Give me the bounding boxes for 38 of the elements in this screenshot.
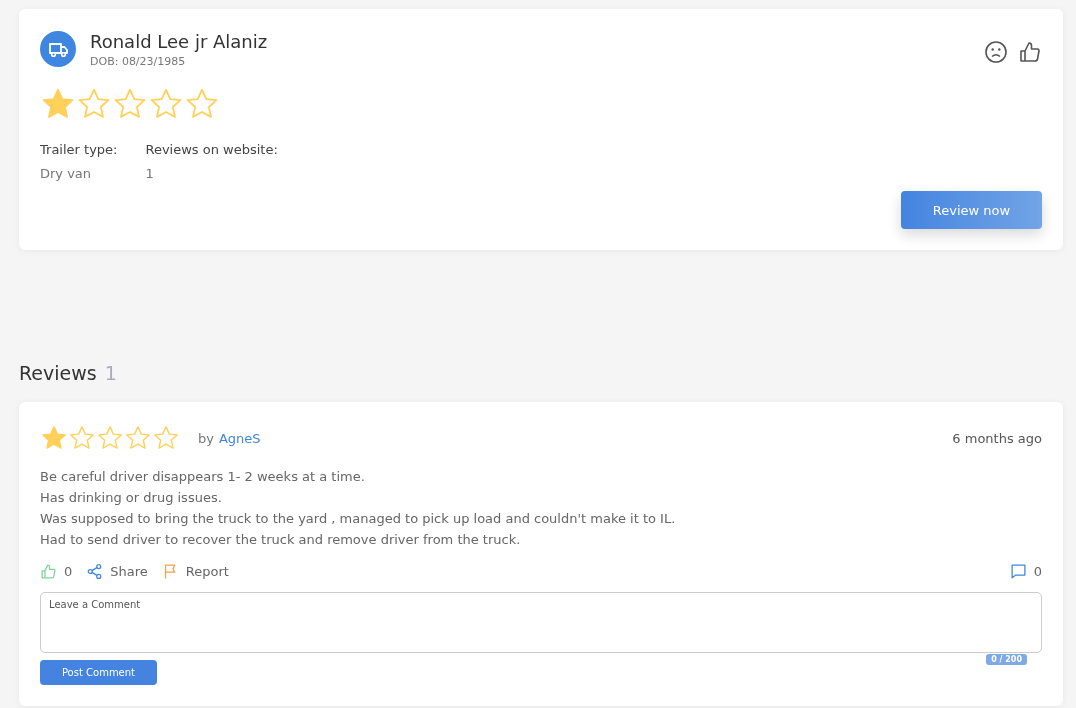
speech-bubble-icon — [1009, 563, 1027, 580]
review-text: Be careful driver disappears 1- 2 weeks at a time. — [40, 468, 366, 486]
review-count: 1 — [104, 362, 117, 384]
author-link[interactable]: AgneS — [218, 430, 261, 446]
field-value: 1 — [145, 166, 155, 181]
review-time: 6 months ago — [952, 430, 1042, 446]
report-label: Report — [185, 564, 229, 579]
empty-star-icon — [68, 424, 96, 452]
thumbs-up-icon[interactable] — [1018, 40, 1042, 64]
review-text: Had to send driver to recover the truck and remove driver from the truck. — [40, 531, 522, 549]
filled-star-icon — [40, 424, 68, 452]
post-comment-button[interactable]: Post Comment — [40, 660, 157, 685]
section-heading: Reviews — [19, 362, 97, 384]
comment-field[interactable]: Leave a Comment — [40, 592, 1042, 653]
thumbs-up-icon — [40, 563, 57, 580]
like-button[interactable]: 0 — [40, 563, 73, 580]
like-count: 0 — [64, 564, 73, 579]
review-text: Was supposed to bring the truck to the yard , managed to pick up load and couldn't make it to IL. — [40, 510, 677, 528]
field-label: Reviews on website: — [145, 142, 278, 157]
review-text: Has drinking or drug issues. — [40, 489, 223, 507]
comments-button[interactable]: 0 — [1009, 563, 1042, 580]
share-label: Share — [110, 564, 148, 579]
review-now-button[interactable]: Review now — [901, 191, 1042, 229]
share-icon — [86, 563, 104, 580]
share-button[interactable]: Share — [86, 563, 148, 580]
by-label: by — [198, 430, 214, 446]
field-label: Trailer type: — [40, 142, 118, 157]
driver-name: Ronald Lee jr Alaniz — [90, 31, 269, 53]
character-counter: 0 / 200 — [986, 654, 1027, 665]
empty-star-icon — [152, 424, 180, 452]
empty-star-icon — [124, 424, 152, 452]
report-button[interactable]: Report — [161, 563, 229, 580]
comment-count: 0 — [1033, 564, 1042, 579]
date-of-birth: DOB: 08/23/1985 — [90, 55, 187, 68]
empty-star-icon — [96, 424, 124, 452]
sad-face-icon[interactable] — [984, 40, 1008, 64]
field-value: Dry van — [40, 166, 93, 181]
truck-icon — [40, 31, 76, 67]
